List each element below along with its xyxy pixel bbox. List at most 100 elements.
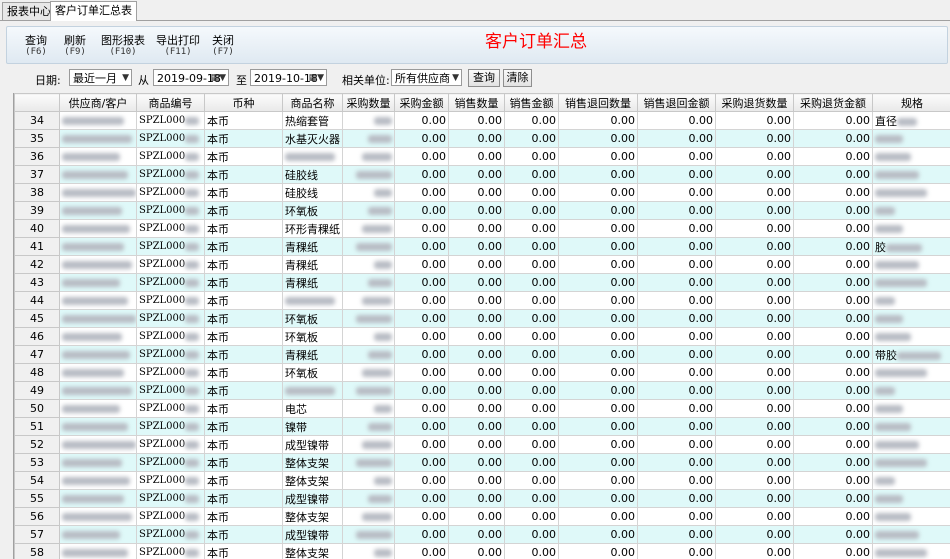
amount-cell: 0.00 (793, 345, 873, 364)
spec-cell (872, 201, 950, 220)
amount-cell: 0.00 (793, 111, 873, 130)
table-row[interactable]: 50 SPZL000 本币 电芯 0.00 0.00 0.00 0.00 0.00 0.00 0.0… (14, 399, 950, 418)
table-row[interactable]: 43 SPZL000 本币 青稞纸 0.00 0.00 0.00 0.00 0.00 0.00 0.… (14, 273, 950, 292)
amount-cell: 0.00 (715, 291, 794, 310)
amount-cell: 0.00 (558, 471, 638, 490)
currency-cell: 本币 (204, 201, 283, 220)
product-name: 环形青稞纸 (285, 222, 340, 236)
query-button[interactable]: 查询 (F6) (25, 35, 47, 58)
product-name-cell: 热缩套管 (282, 111, 343, 130)
close-button[interactable]: 关闭 (F7) (212, 35, 234, 58)
table-row[interactable]: 51 SPZL000 本币 镍带 0.00 0.00 0.00 0.00 0.00 0.00 0.0… (14, 417, 950, 436)
column-header[interactable]: 供应商/客户 (59, 93, 137, 112)
tab-report-center[interactable]: 报表中心 (2, 2, 56, 20)
amount-cell: 0.00 (504, 471, 559, 490)
column-header[interactable]: 采购退货数量 (715, 93, 794, 112)
column-header[interactable]: 商品名称 (282, 93, 343, 112)
purchase-qty-cell (342, 309, 395, 328)
column-header[interactable]: 采购退货金额 (793, 93, 873, 112)
tab-customer-order-summary[interactable]: 客户订单汇总表 (50, 1, 137, 21)
table-row[interactable]: 39 SPZL000 本币 环氧板 0.00 0.00 0.00 0.00 0.00 0.00 0.… (14, 201, 950, 220)
related-unit-select[interactable]: 所有供应商 ▼ (391, 69, 462, 86)
product-code: SPZL000 (139, 529, 186, 540)
product-name-cell: 环氧板 (282, 201, 343, 220)
table-row[interactable]: 34 SPZL000 本币 热缩套管 0.00 0.00 0.00 0.00 0.00 0.00 0… (14, 111, 950, 130)
row-number: 48 (14, 363, 60, 382)
purchase-qty-cell (342, 237, 395, 256)
spec-cell (872, 489, 950, 508)
amount-cell: 0.00 (715, 327, 794, 346)
table-row[interactable]: 55 SPZL000 本币 成型镍带 0.00 0.00 0.00 0.00 0.00 0.00 0… (14, 489, 950, 508)
amount-cell: 0.00 (558, 291, 638, 310)
export-print-button[interactable]: 导出打印 (F11) (156, 35, 200, 58)
product-code: SPZL000 (139, 385, 186, 396)
table-row[interactable]: 48 SPZL000 本币 环氧板 0.00 0.00 0.00 0.00 0.00 0.00 0.… (14, 363, 950, 382)
table-row[interactable]: 40 SPZL000 本币 环形青稞纸 0.00 0.00 0.00 0.00 0.00 0.00… (14, 219, 950, 238)
product-code: SPZL000 (139, 223, 186, 234)
product-code-cell: SPZL000 (136, 147, 205, 166)
table-row[interactable]: 46 SPZL000 本币 环氧板 0.00 0.00 0.00 0.00 0.00 0.00 0.… (14, 327, 950, 346)
amount-cell: 0.00 (448, 255, 505, 274)
table-row[interactable]: 54 SPZL000 本币 整体支架 0.00 0.00 0.00 0.00 0.00 0.00 0… (14, 471, 950, 490)
product-code-cell: SPZL000 (136, 543, 205, 559)
amount-cell: 0.00 (504, 435, 559, 454)
product-code-cell: SPZL000 (136, 489, 205, 508)
table-row[interactable]: 45 SPZL000 本币 环氧板 0.00 0.00 0.00 0.00 0.00 0.00 0.… (14, 309, 950, 328)
amount-cell: 0.00 (448, 345, 505, 364)
amount-cell: 0.00 (715, 399, 794, 418)
row-number: 45 (14, 309, 60, 328)
table-row[interactable]: 57 SPZL000 本币 成型镍带 0.00 0.00 0.00 0.00 0.00 0.00 0… (14, 525, 950, 544)
column-header[interactable] (14, 93, 60, 112)
amount-cell: 0.00 (394, 273, 449, 292)
table-row[interactable]: 37 SPZL000 本币 硅胶线 0.00 0.00 0.00 0.00 0.00 0.00 0.… (14, 165, 950, 184)
product-code-cell: SPZL000 (136, 255, 205, 274)
column-header[interactable]: 销售数量 (448, 93, 505, 112)
amount-cell: 0.00 (504, 147, 559, 166)
column-header[interactable]: 采购金额 (394, 93, 449, 112)
period-select[interactable]: 最近一月 ▼ (69, 69, 132, 86)
filter-clear-button[interactable]: 清除 (503, 69, 532, 87)
to-date-picker[interactable]: 2019-10-18 ▦▼ (250, 69, 327, 86)
supplier-cell (59, 327, 137, 346)
spec-cell (872, 399, 950, 418)
table-row[interactable]: 53 SPZL000 本币 整体支架 0.00 0.00 0.00 0.00 0.00 0.00 0… (14, 453, 950, 472)
table-row[interactable]: 36 SPZL000 本币 0.00 0.00 0.00 0.00 0.00 0.00 0.00 (14, 147, 950, 166)
table-row[interactable]: 42 SPZL000 本币 青稞纸 0.00 0.00 0.00 0.00 0.00 0.00 0.… (14, 255, 950, 274)
currency-cell: 本币 (204, 435, 283, 454)
supplier-cell (59, 129, 137, 148)
table-row[interactable]: 41 SPZL000 本币 青稞纸 0.00 0.00 0.00 0.00 0.00 0.00 0.… (14, 237, 950, 256)
amount-cell: 0.00 (637, 417, 716, 436)
table-row[interactable]: 44 SPZL000 本币 0.00 0.00 0.00 0.00 0.00 0.00 0.00 (14, 291, 950, 310)
amount-cell: 0.00 (448, 471, 505, 490)
amount-cell: 0.00 (637, 453, 716, 472)
filter-query-button[interactable]: 查询 (468, 69, 500, 87)
amount-cell: 0.00 (394, 363, 449, 382)
column-header[interactable]: 规格 (872, 93, 950, 112)
data-grid[interactable]: 供应商/客户 商品编号 币种 商品名称 采购数量 采购金额 销售数量 销售金额 销售退回数量 销售… (13, 93, 950, 559)
table-row[interactable]: 35 SPZL000 本币 水基灭火器 0.00 0.00 0.00 0.00 0.00 0.00… (14, 129, 950, 148)
amount-cell: 0.00 (504, 219, 559, 238)
table-row[interactable]: 49 SPZL000 本币 0.00 0.00 0.00 0.00 0.00 0.00 0.00 (14, 381, 950, 400)
column-header[interactable]: 采购数量 (342, 93, 395, 112)
spec-cell (872, 219, 950, 238)
from-date-picker[interactable]: 2019-09-18 ▦▼ (153, 69, 229, 86)
column-header[interactable]: 销售退回数量 (558, 93, 638, 112)
amount-cell: 0.00 (793, 525, 873, 544)
column-header[interactable]: 销售退回金额 (637, 93, 716, 112)
refresh-button[interactable]: 刷新 (F9) (64, 35, 86, 58)
table-row[interactable]: 58 SPZL000 本币 整体支架 0.00 0.00 0.00 0.00 0.00 0.00 0… (14, 543, 950, 559)
amount-cell: 0.00 (558, 273, 638, 292)
amount-cell: 0.00 (504, 165, 559, 184)
graph-report-button[interactable]: 图形报表 (F10) (101, 35, 145, 58)
product-name: 青稞纸 (285, 276, 318, 290)
column-header[interactable]: 销售金额 (504, 93, 559, 112)
table-row[interactable]: 47 SPZL000 本币 青稞纸 0.00 0.00 0.00 0.00 0.00 0.00 0.… (14, 345, 950, 364)
table-row[interactable]: 56 SPZL000 本币 整体支架 0.00 0.00 0.00 0.00 0.00 0.00 0… (14, 507, 950, 526)
spec-text: 带胶 (875, 348, 897, 362)
product-code-cell: SPZL000 (136, 219, 205, 238)
table-row[interactable]: 52 SPZL000 本币 成型镍带 0.00 0.00 0.00 0.00 0.00 0.00 0… (14, 435, 950, 454)
product-name-cell (282, 381, 343, 400)
column-header[interactable]: 商品编号 (136, 93, 205, 112)
table-row[interactable]: 38 SPZL000 本币 硅胶线 0.00 0.00 0.00 0.00 0.00 0.00 0.… (14, 183, 950, 202)
column-header[interactable]: 币种 (204, 93, 283, 112)
